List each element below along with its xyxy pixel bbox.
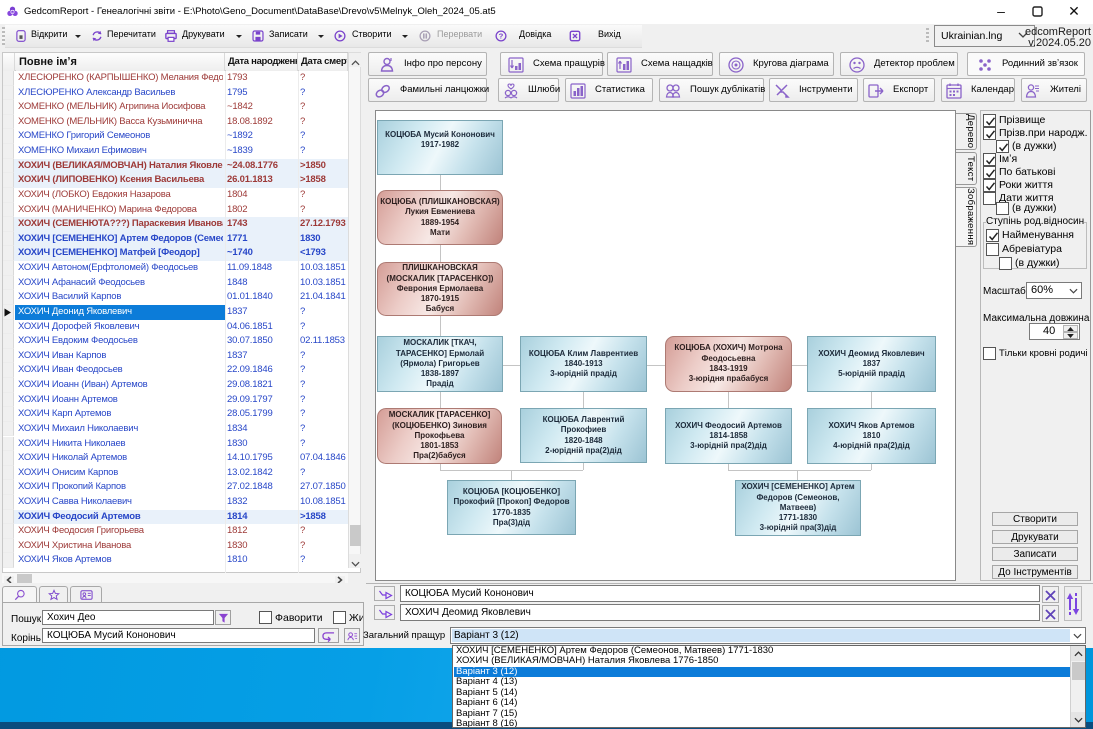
svg-text:?: ? xyxy=(499,32,504,41)
